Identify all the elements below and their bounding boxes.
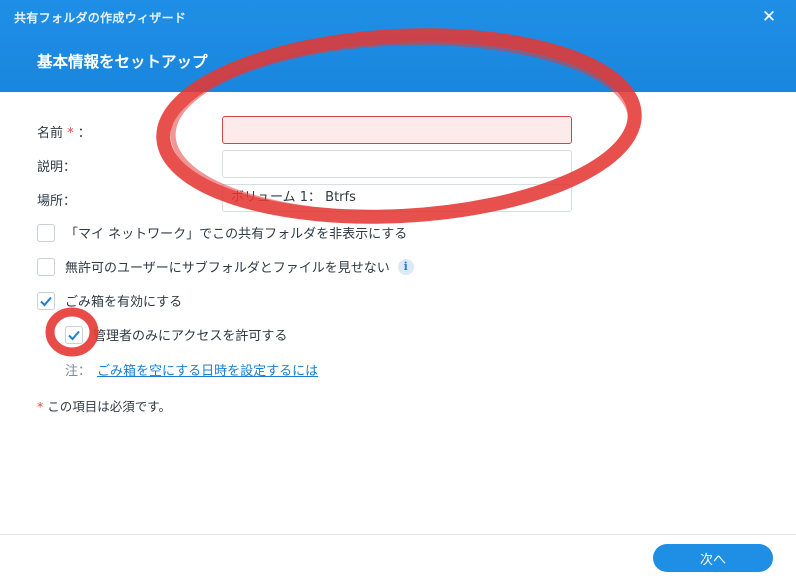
dialog-header: 共有フォルダの作成ウィザード ✕ 基本情報をセットアップ	[0, 0, 796, 92]
enable-recycle-bin-label: ごみ箱を有効にする	[65, 295, 183, 310]
required-note-text: この項目は必須です。	[43, 399, 171, 414]
hide-in-my-network-checkbox[interactable]	[37, 223, 55, 242]
hide-in-my-network-option[interactable]: 「マイ ネットワーク」でこの共有フォルダを非表示にする	[37, 223, 407, 242]
recycle-bin-schedule-link[interactable]: ごみ箱を空にする日時を設定するには	[97, 364, 318, 379]
location-label: 場所：	[37, 194, 77, 209]
footer-divider	[0, 534, 796, 535]
name-label-colon: ：	[77, 126, 91, 141]
hide-in-my-network-label: 「マイ ネットワーク」でこの共有フォルダを非表示にする	[65, 227, 408, 242]
admin-only-access-option[interactable]: 管理者のみにアクセスを許可する	[65, 325, 287, 344]
next-button[interactable]: 次へ	[653, 544, 773, 572]
step-title: 基本情報をセットアップ	[37, 53, 208, 71]
checkmark-icon	[40, 296, 52, 306]
admin-only-access-checkbox[interactable]	[65, 325, 83, 344]
info-icon[interactable]: i	[397, 258, 414, 275]
enable-recycle-bin-checkbox[interactable]	[37, 291, 55, 310]
checkmark-icon	[68, 330, 80, 340]
description-label: 説明：	[37, 160, 77, 175]
recycle-bin-note: 注： ごみ箱を空にする日時を設定するには	[65, 360, 318, 379]
hide-subfolders-checkbox[interactable]	[37, 257, 55, 276]
hide-subfolders-label: 無許可のユーザーにサブフォルダとファイルを見せない	[65, 261, 390, 276]
location-select[interactable]: ボリューム 1： Btrfs	[222, 184, 572, 212]
enable-recycle-bin-option[interactable]: ごみ箱を有効にする	[37, 291, 182, 310]
shared-folder-wizard-dialog: 共有フォルダの作成ウィザード ✕ 基本情報をセットアップ 名前 * ： 説明： …	[0, 0, 796, 582]
name-label: 名前 * ：	[37, 122, 91, 141]
required-field-note: * この項目は必須です。	[37, 396, 171, 415]
close-icon[interactable]: ✕	[762, 7, 776, 27]
name-label-text: 名前	[37, 126, 64, 141]
hide-subfolders-option[interactable]: 無許可のユーザーにサブフォルダとファイルを見せない i	[37, 257, 414, 276]
close-button[interactable]: ✕	[758, 6, 780, 28]
description-input[interactable]	[222, 150, 572, 178]
admin-only-access-label: 管理者のみにアクセスを許可する	[93, 329, 288, 344]
note-prefix: 注：	[65, 364, 92, 379]
name-input[interactable]	[222, 116, 572, 144]
required-asterisk: *	[67, 126, 74, 141]
window-title: 共有フォルダの作成ウィザード	[14, 11, 187, 25]
